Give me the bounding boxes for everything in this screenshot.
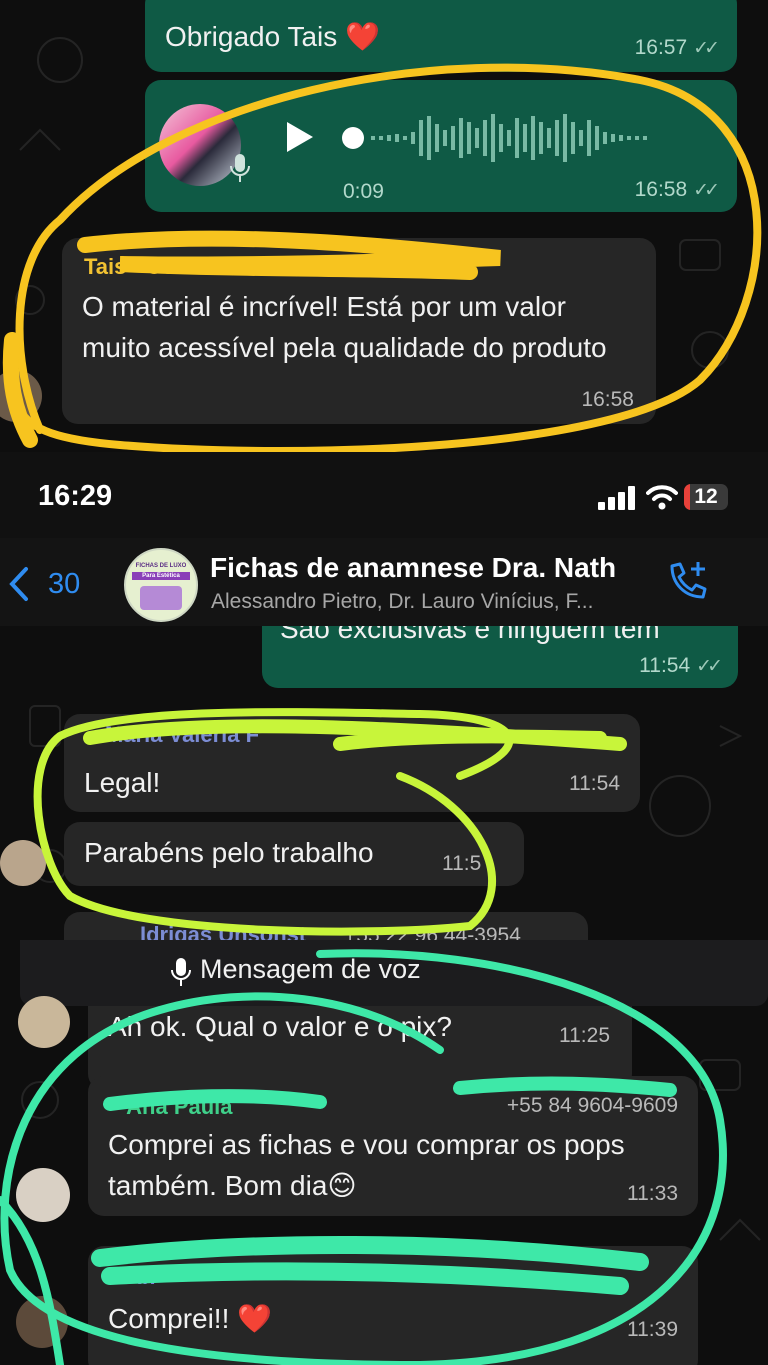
panel-bottom: Mensagem de voz Ah ok. Qual o valor e o … [0, 940, 768, 1365]
mic-icon [230, 154, 250, 182]
message-parabens[interactable]: Parabéns pelo trabalho 11:5 [64, 822, 524, 886]
message-exclusivas[interactable]: São exclusivas e ninguém tem 11:54 ✓✓ [262, 626, 738, 688]
status-clock: 16:29 [38, 480, 113, 512]
message-material[interactable]: Tais - Co O material é incrível! Está po… [62, 238, 656, 424]
message-legal[interactable]: ~ Maria Valeria F Legal! 11:54 [64, 714, 640, 812]
message-text: Ah ok. Qual o valor e o pix? [108, 1011, 452, 1042]
back-unread-count[interactable]: 30 [48, 568, 80, 601]
voice-message[interactable]: 0:09 16:58 ✓✓ [145, 80, 737, 212]
chat-header: 30 FICHAS DE LUXO Para Estética Fichas d… [0, 538, 768, 626]
heart-emoji: ❤️ [345, 21, 380, 52]
sender-avatar [16, 1168, 70, 1222]
battery-icon: 12 [684, 484, 728, 510]
sender-name: ~ Maria Valeria F [86, 722, 260, 747]
message-text: O material é incrível! Está por um valor… [82, 291, 607, 363]
sender-name: ~ Ana Paula [108, 1094, 233, 1119]
voice-recording-bar[interactable]: Mensagem de voz [20, 940, 768, 1006]
voice-duration: 0:09 [343, 180, 384, 203]
sender-avatar [0, 840, 46, 886]
sender-name: Idrigas Unsonst [140, 922, 307, 940]
status-bar: 16:29 12 [0, 452, 768, 538]
message-text: Obrigado Tais ❤️ [165, 21, 380, 52]
sender-phone: +55 22 96 44-3954 [344, 924, 521, 940]
message-text: Comprei as fichas e vou comprar os pops … [108, 1129, 625, 1201]
message-time: 16:58 [581, 388, 634, 411]
message-comprei[interactable]: ~ An +55 Comprei!! ❤️ 11:39 [88, 1246, 698, 1365]
voice-recording-label: Mensagem de voz [200, 954, 421, 984]
message-next-partial[interactable]: Idrigas Unsonst +55 22 96 44-3954 [64, 912, 588, 940]
message-time: 11:25 [559, 1024, 610, 1047]
wifi-icon [646, 485, 678, 510]
signal-icon [598, 486, 635, 510]
message-text: Comprei!! ❤️ [108, 1303, 273, 1334]
sender-phone: +55 84 9604-9609 [506, 1094, 678, 1117]
chat-subtitle[interactable]: Alessandro Pietro, Dr. Lauro Vinícius, F… [211, 590, 593, 614]
message-text: São exclusivas e ninguém tem [280, 626, 660, 644]
message-text: Legal! [84, 767, 161, 798]
message-thanks[interactable]: Obrigado Tais ❤️ 16:57 ✓✓ [145, 0, 737, 72]
play-icon[interactable] [285, 120, 315, 154]
message-time: 11:5 [442, 852, 482, 875]
panel-top: Obrigado Tais ❤️ 16:57 ✓✓ 0:09 16:58 ✓✓ Ta… [0, 0, 768, 452]
voice-time: 16:58 ✓✓ [634, 178, 720, 201]
voice-waveform[interactable] [341, 110, 711, 166]
message-time: 11:39 [627, 1318, 678, 1341]
battery-level: 12 [694, 485, 718, 508]
sender-phone: +55 [448, 1264, 484, 1287]
panel-middle: São exclusivas e ninguém tem 11:54 ✓✓ ~ M… [0, 626, 768, 940]
sender-avatar [18, 996, 70, 1048]
sender-avatar [16, 1296, 68, 1348]
message-time: 16:57 ✓✓ [634, 36, 720, 59]
mic-icon [171, 958, 191, 986]
back-chevron-icon[interactable] [8, 566, 30, 602]
chat-title[interactable]: Fichas de anamnese Dra. Nath [210, 552, 616, 584]
message-text: Parabéns pelo trabalho [84, 837, 374, 868]
message-time: 11:54 ✓✓ [639, 654, 723, 677]
heart-emoji: ❤️ [237, 1303, 273, 1334]
add-call-icon[interactable] [664, 558, 710, 604]
sender-name: Tais - Co [84, 254, 176, 279]
message-time: 11:54 [569, 772, 620, 795]
message-time: 11:33 [627, 1182, 678, 1205]
message-fichas[interactable]: ~ Ana Paula +55 84 9604-9609 Comprei as … [88, 1076, 698, 1216]
group-avatar[interactable]: FICHAS DE LUXO Para Estética [124, 548, 198, 622]
sender-name: ~ An [108, 1264, 156, 1289]
